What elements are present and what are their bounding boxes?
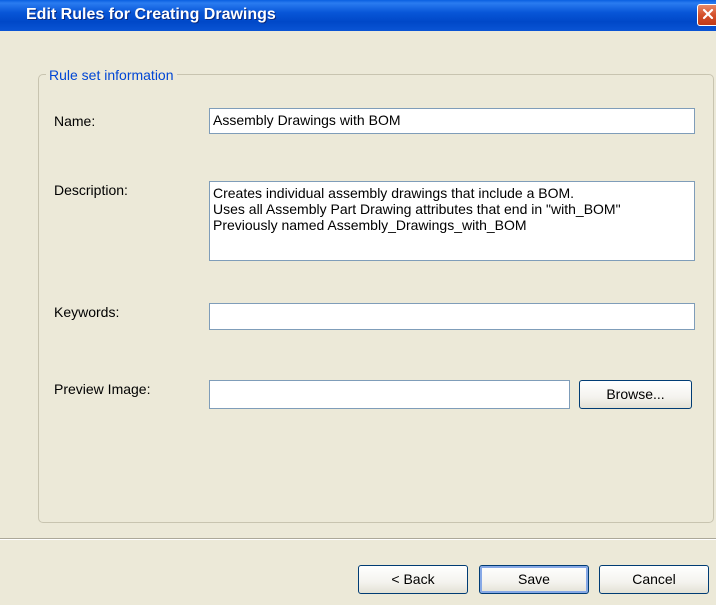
preview-image-label: Preview Image: [54,381,151,397]
description-label: Description: [54,182,128,198]
close-icon [702,8,714,20]
save-button[interactable]: Save [479,565,589,594]
dialog-content: Rule set information Name: Assembly Draw… [0,31,716,605]
browse-button[interactable]: Browse... [579,380,692,409]
keywords-label: Keywords: [54,304,120,320]
name-input[interactable]: Assembly Drawings with BOM [209,108,695,134]
group-title: Rule set information [46,67,177,83]
description-textarea[interactable]: Creates individual assembly drawings tha… [209,181,695,261]
name-input-value: Assembly Drawings with BOM [213,112,401,128]
description-line: Creates individual assembly drawings tha… [213,185,575,201]
footer-divider [0,538,716,540]
window-title: Edit Rules for Creating Drawings [26,6,276,23]
back-button[interactable]: < Back [358,565,468,594]
cancel-button[interactable]: Cancel [599,565,709,594]
preview-image-input[interactable] [209,380,570,409]
close-button[interactable] [697,4,716,26]
name-label: Name: [54,113,96,129]
title-bar[interactable]: Edit Rules for Creating Drawings [0,0,716,31]
dialog-window: Edit Rules for Creating Drawings Rule se… [0,0,716,605]
keywords-input[interactable] [209,303,695,330]
description-line: Previously named Assembly_Drawings_with_… [213,217,527,233]
rule-set-groupbox [38,74,714,523]
description-line: Uses all Assembly Part Drawing attribute… [213,201,621,217]
